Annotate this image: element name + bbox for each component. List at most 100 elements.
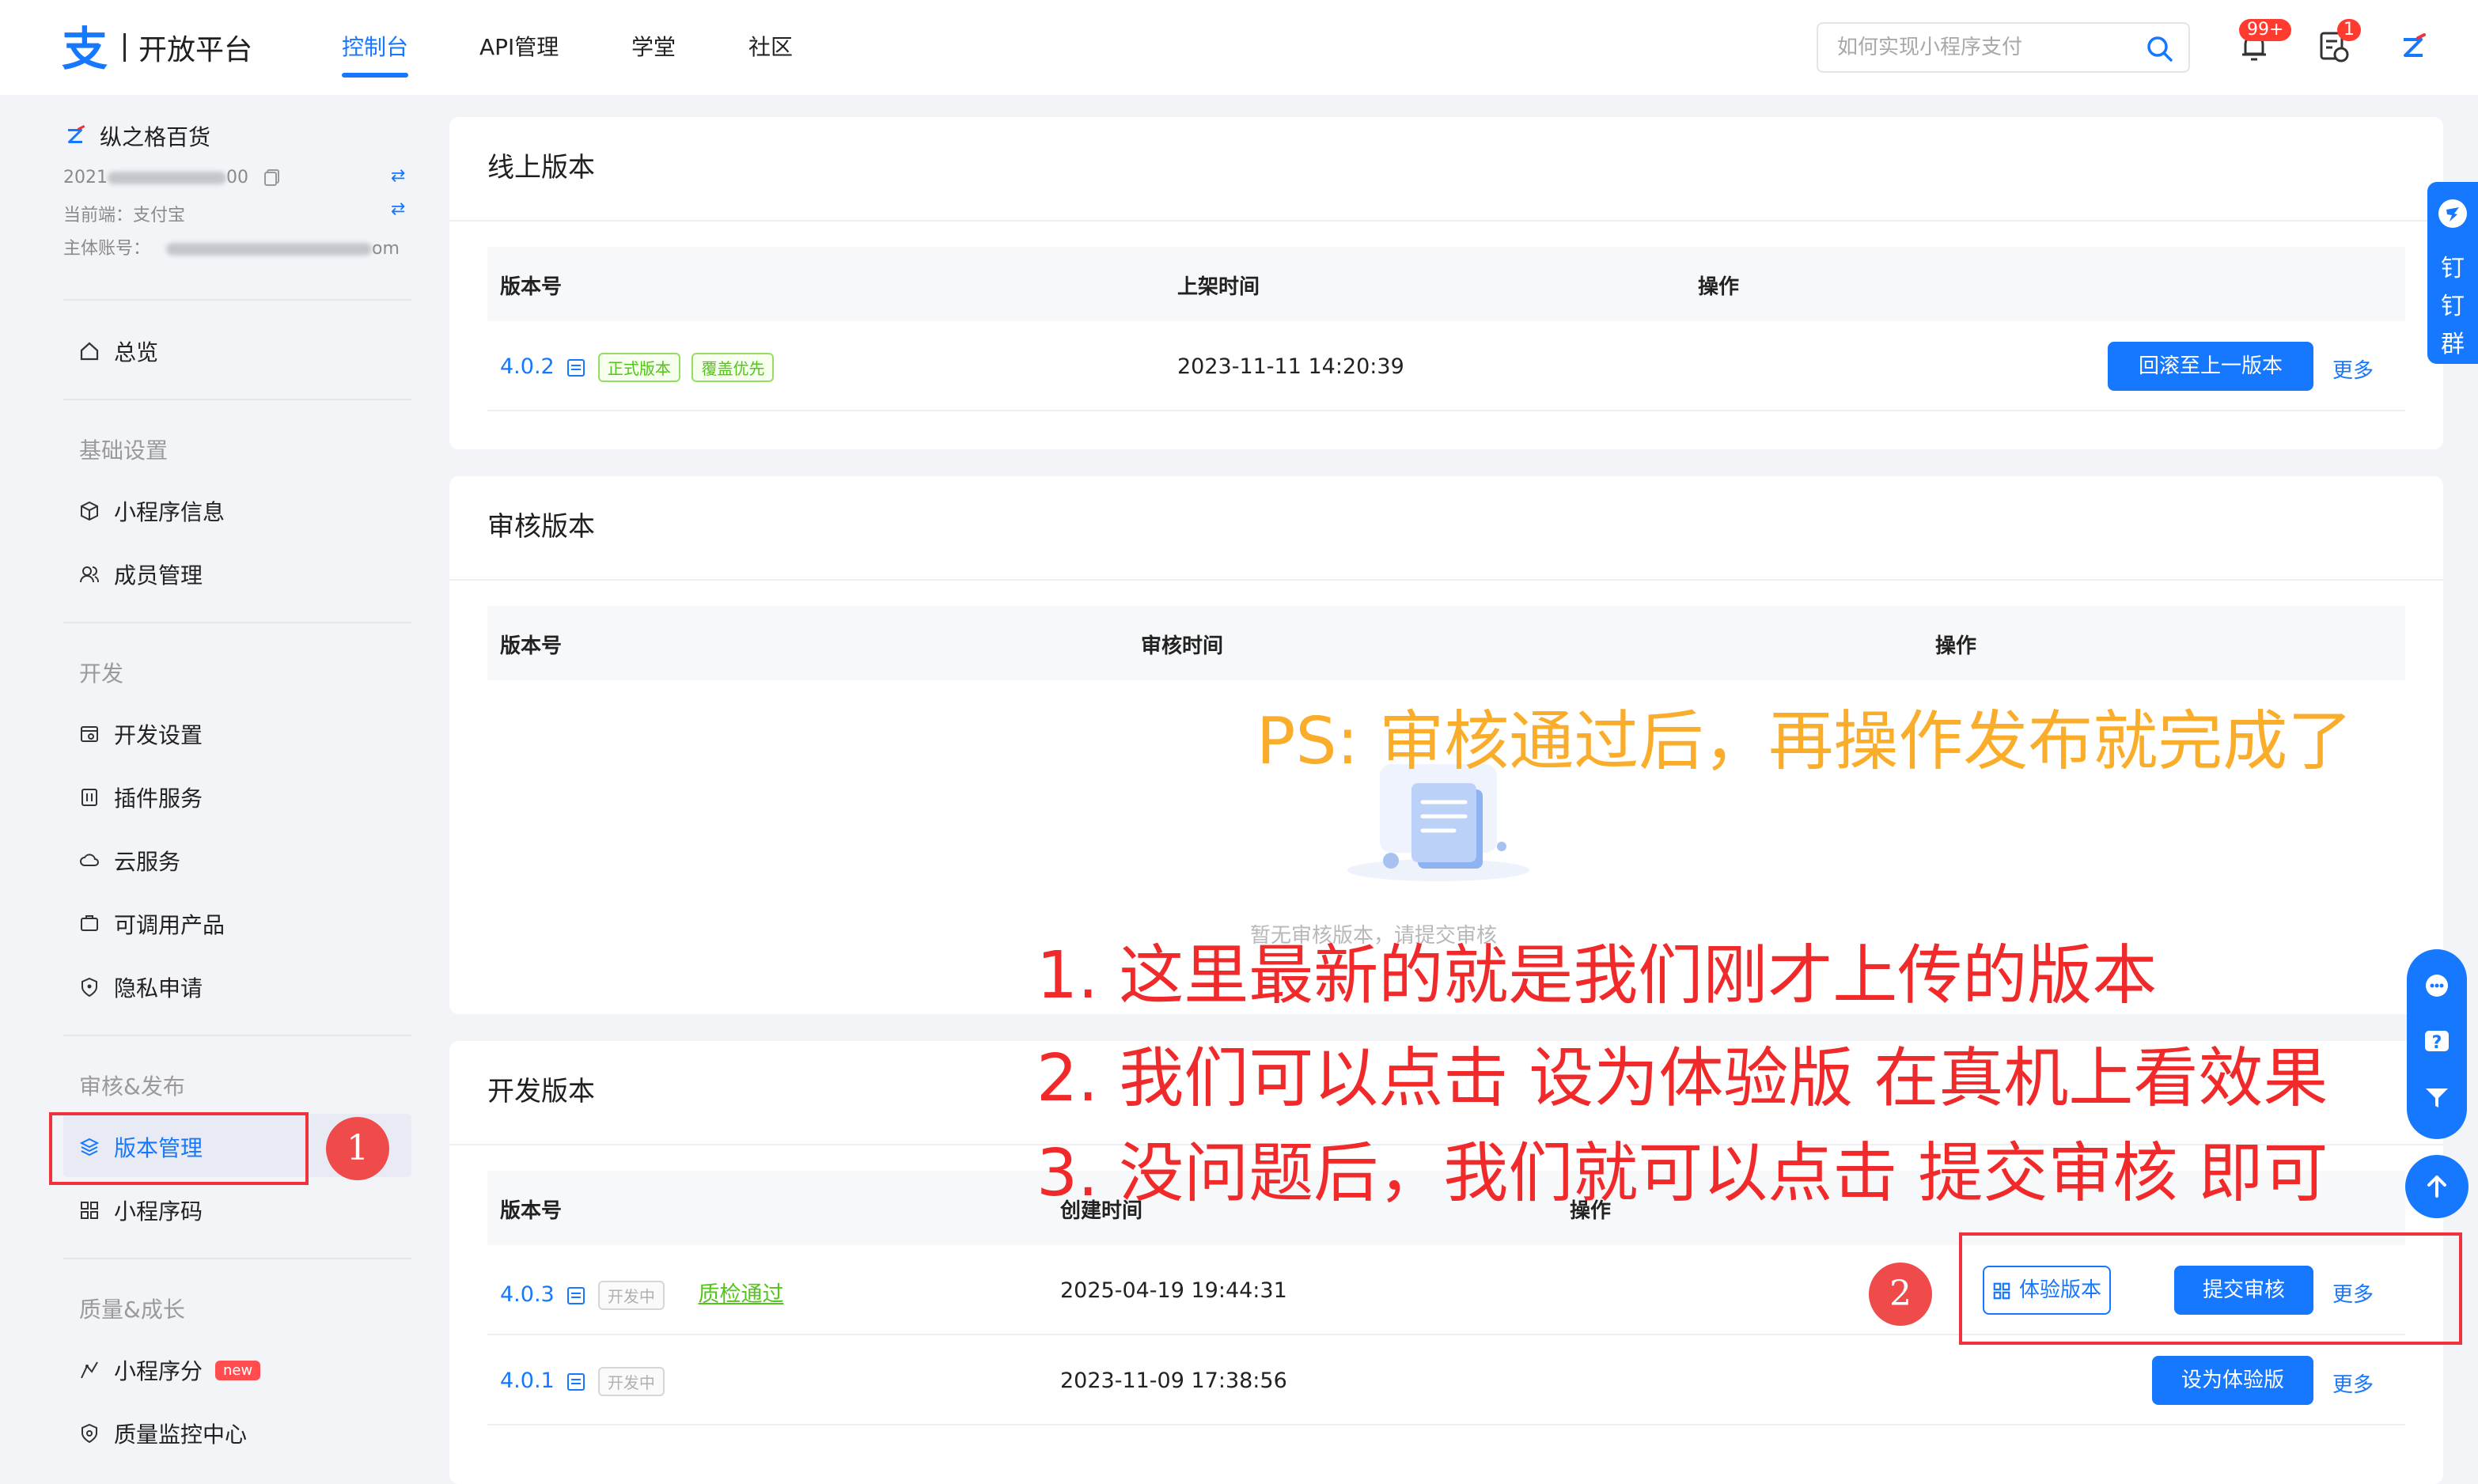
redacted-owner-account xyxy=(166,243,373,256)
online-table-header: 版本号 上架时间 操作 xyxy=(487,247,2405,321)
annotation-step-2: 2. 我们可以点击 设为体验版 在真机上看效果 xyxy=(1036,1041,2328,1116)
alipay-logo: 支 xyxy=(62,24,108,71)
search-box xyxy=(1817,22,2190,73)
col-actions: 操作 xyxy=(1698,275,1740,299)
chat-icon[interactable] xyxy=(2421,971,2453,1003)
home-icon xyxy=(80,342,99,361)
nav-academy[interactable]: 学堂 xyxy=(631,30,676,62)
svg-text:?: ? xyxy=(2432,1033,2442,1053)
online-release-time: 2023-11-11 14:20:39 xyxy=(1177,354,1404,379)
dev-created-time: 2025-04-19 19:44:31 xyxy=(1060,1278,1287,1303)
col-version: 版本号 xyxy=(500,1199,563,1223)
platform-logo[interactable]: 支 开放平台 xyxy=(60,22,252,73)
more-link[interactable]: 更多 xyxy=(2332,354,2374,384)
online-version-card: 线上版本 版本号 上架时间 操作 4.0.2 正式版本 覆盖优先 2023-11… xyxy=(449,117,2443,449)
back-to-top-button[interactable] xyxy=(2405,1155,2469,1218)
annotation-box-version-menu xyxy=(49,1112,309,1185)
doc-icon[interactable] xyxy=(566,1372,586,1392)
notification-badge: 99+ xyxy=(2239,19,2292,41)
nav-community[interactable]: 社区 xyxy=(748,30,793,62)
help-icon[interactable]: ? xyxy=(2421,1027,2453,1058)
dev-version-cell: 4.0.1 开发中 xyxy=(500,1367,665,1396)
qc-passed-link[interactable]: 质检通过 xyxy=(698,1282,783,1307)
sidebar-item-plugins[interactable]: 插件服务 xyxy=(79,782,203,813)
dingtalk-label-3: 群 xyxy=(2441,331,2465,358)
rollback-button[interactable]: 回滚至上一版本 xyxy=(2108,342,2313,391)
score-icon xyxy=(81,1361,98,1379)
sidebar-item-privacy[interactable]: 隐私申请 xyxy=(79,971,203,1003)
cloud-icon xyxy=(80,854,99,866)
doc-icon[interactable] xyxy=(566,358,586,378)
group-basic-settings: 基础设置 xyxy=(79,437,169,464)
owner-account: 主体账号： om xyxy=(63,239,400,259)
group-quality-growth: 质量&成长 xyxy=(79,1297,185,1323)
sidebar-item-miniapp-info[interactable]: 小程序信息 xyxy=(79,495,225,527)
sidebar-item-members[interactable]: 成员管理 xyxy=(79,558,203,590)
account-name-text: 纵之格百货 xyxy=(100,124,211,150)
table-row-line xyxy=(487,410,2405,411)
switch-app-icon[interactable]: ⇄ xyxy=(391,166,405,186)
settings-icon xyxy=(81,726,98,742)
online-version-title: 线上版本 xyxy=(487,152,595,184)
sidebar-item-monitor[interactable]: 质量监控中心 xyxy=(79,1418,247,1449)
dev-version-title: 开发版本 xyxy=(487,1076,595,1107)
sidebar-divider xyxy=(63,299,411,301)
tag-in-development: 开发中 xyxy=(597,1281,665,1310)
review-table-header: 版本号 审核时间 操作 xyxy=(487,606,2405,680)
search-input[interactable] xyxy=(1836,35,2139,60)
new-badge: new xyxy=(215,1360,261,1380)
sidebar-item-dev-settings[interactable]: 开发设置 xyxy=(79,718,203,750)
copy-icon[interactable] xyxy=(263,168,282,187)
tag-override-priority: 覆盖优先 xyxy=(691,353,775,382)
version-link[interactable]: 4.0.3 xyxy=(500,1282,555,1307)
nav-console[interactable]: 控制台 xyxy=(342,30,408,62)
tag-in-development: 开发中 xyxy=(597,1367,665,1396)
sidebar-divider xyxy=(63,1035,411,1036)
group-development: 开发 xyxy=(79,661,124,687)
set-trial-version-button[interactable]: 设为体验版 xyxy=(2152,1356,2313,1405)
top-navigation-bar: 支 开放平台 控制台 API管理 学堂 社区 99+ 1 xyxy=(0,0,2478,95)
nav-active-underline xyxy=(342,73,408,78)
tag-official: 正式版本 xyxy=(597,353,680,382)
col-version: 版本号 xyxy=(500,275,563,299)
sidebar-item-qrcode[interactable]: 小程序码 xyxy=(79,1194,203,1226)
cube-icon xyxy=(81,501,98,521)
version-link[interactable]: 4.0.2 xyxy=(500,354,555,379)
version-link[interactable]: 4.0.1 xyxy=(500,1369,555,1393)
account-logo-icon xyxy=(68,125,85,143)
annotation-marker-2: 2 xyxy=(1869,1263,1932,1326)
doc-icon[interactable] xyxy=(566,1285,586,1306)
search-icon[interactable] xyxy=(2146,35,2174,63)
monitor-icon xyxy=(81,1423,97,1444)
sidebar-item-score[interactable]: 小程序分 new xyxy=(79,1354,261,1386)
annotation-step-3: 3. 没问题后，我们就可以点击 提交审核 即可 xyxy=(1036,1136,2328,1211)
col-release-time: 上架时间 xyxy=(1177,275,1260,299)
annotation-marker-1: 1 xyxy=(326,1117,389,1180)
dingtalk-icon xyxy=(2438,199,2467,228)
card-divider xyxy=(449,220,2443,221)
dingtalk-group-tab[interactable]: 钉 钉 群 xyxy=(2427,182,2478,364)
product-icon xyxy=(81,915,98,931)
review-version-title: 审核版本 xyxy=(487,511,595,543)
nav-api-management[interactable]: API管理 xyxy=(479,30,559,62)
dev-created-time: 2023-11-09 17:38:56 xyxy=(1060,1369,1287,1393)
user-avatar-icon[interactable] xyxy=(2397,32,2429,63)
sidebar-item-overview[interactable]: 总览 xyxy=(79,335,158,367)
account-name: 纵之格百货 xyxy=(63,120,210,152)
qrcode-icon xyxy=(81,1202,98,1219)
tasks-badge: 1 xyxy=(2337,19,2361,41)
annotation-ps-note: PS: 审核通过后，再操作发布就完成了 xyxy=(1256,704,2353,779)
sidebar-divider xyxy=(63,399,411,400)
col-review-time: 审核时间 xyxy=(1141,634,1224,658)
arrow-up-icon xyxy=(2427,1175,2446,1198)
switch-client-icon[interactable]: ⇄ xyxy=(391,199,405,219)
online-version-cell: 4.0.2 正式版本 覆盖优先 xyxy=(500,353,775,382)
sidebar-item-products[interactable]: 可调用产品 xyxy=(79,908,225,940)
sidebar-item-cloud[interactable]: 云服务 xyxy=(79,845,180,876)
feedback-icon[interactable] xyxy=(2421,1082,2453,1114)
current-client: 当前端：支付宝 xyxy=(63,206,186,225)
logo-text: 开放平台 xyxy=(138,34,253,66)
col-version: 版本号 xyxy=(500,634,563,658)
sidebar-divider xyxy=(63,1258,411,1259)
more-link[interactable]: 更多 xyxy=(2332,1369,2374,1398)
